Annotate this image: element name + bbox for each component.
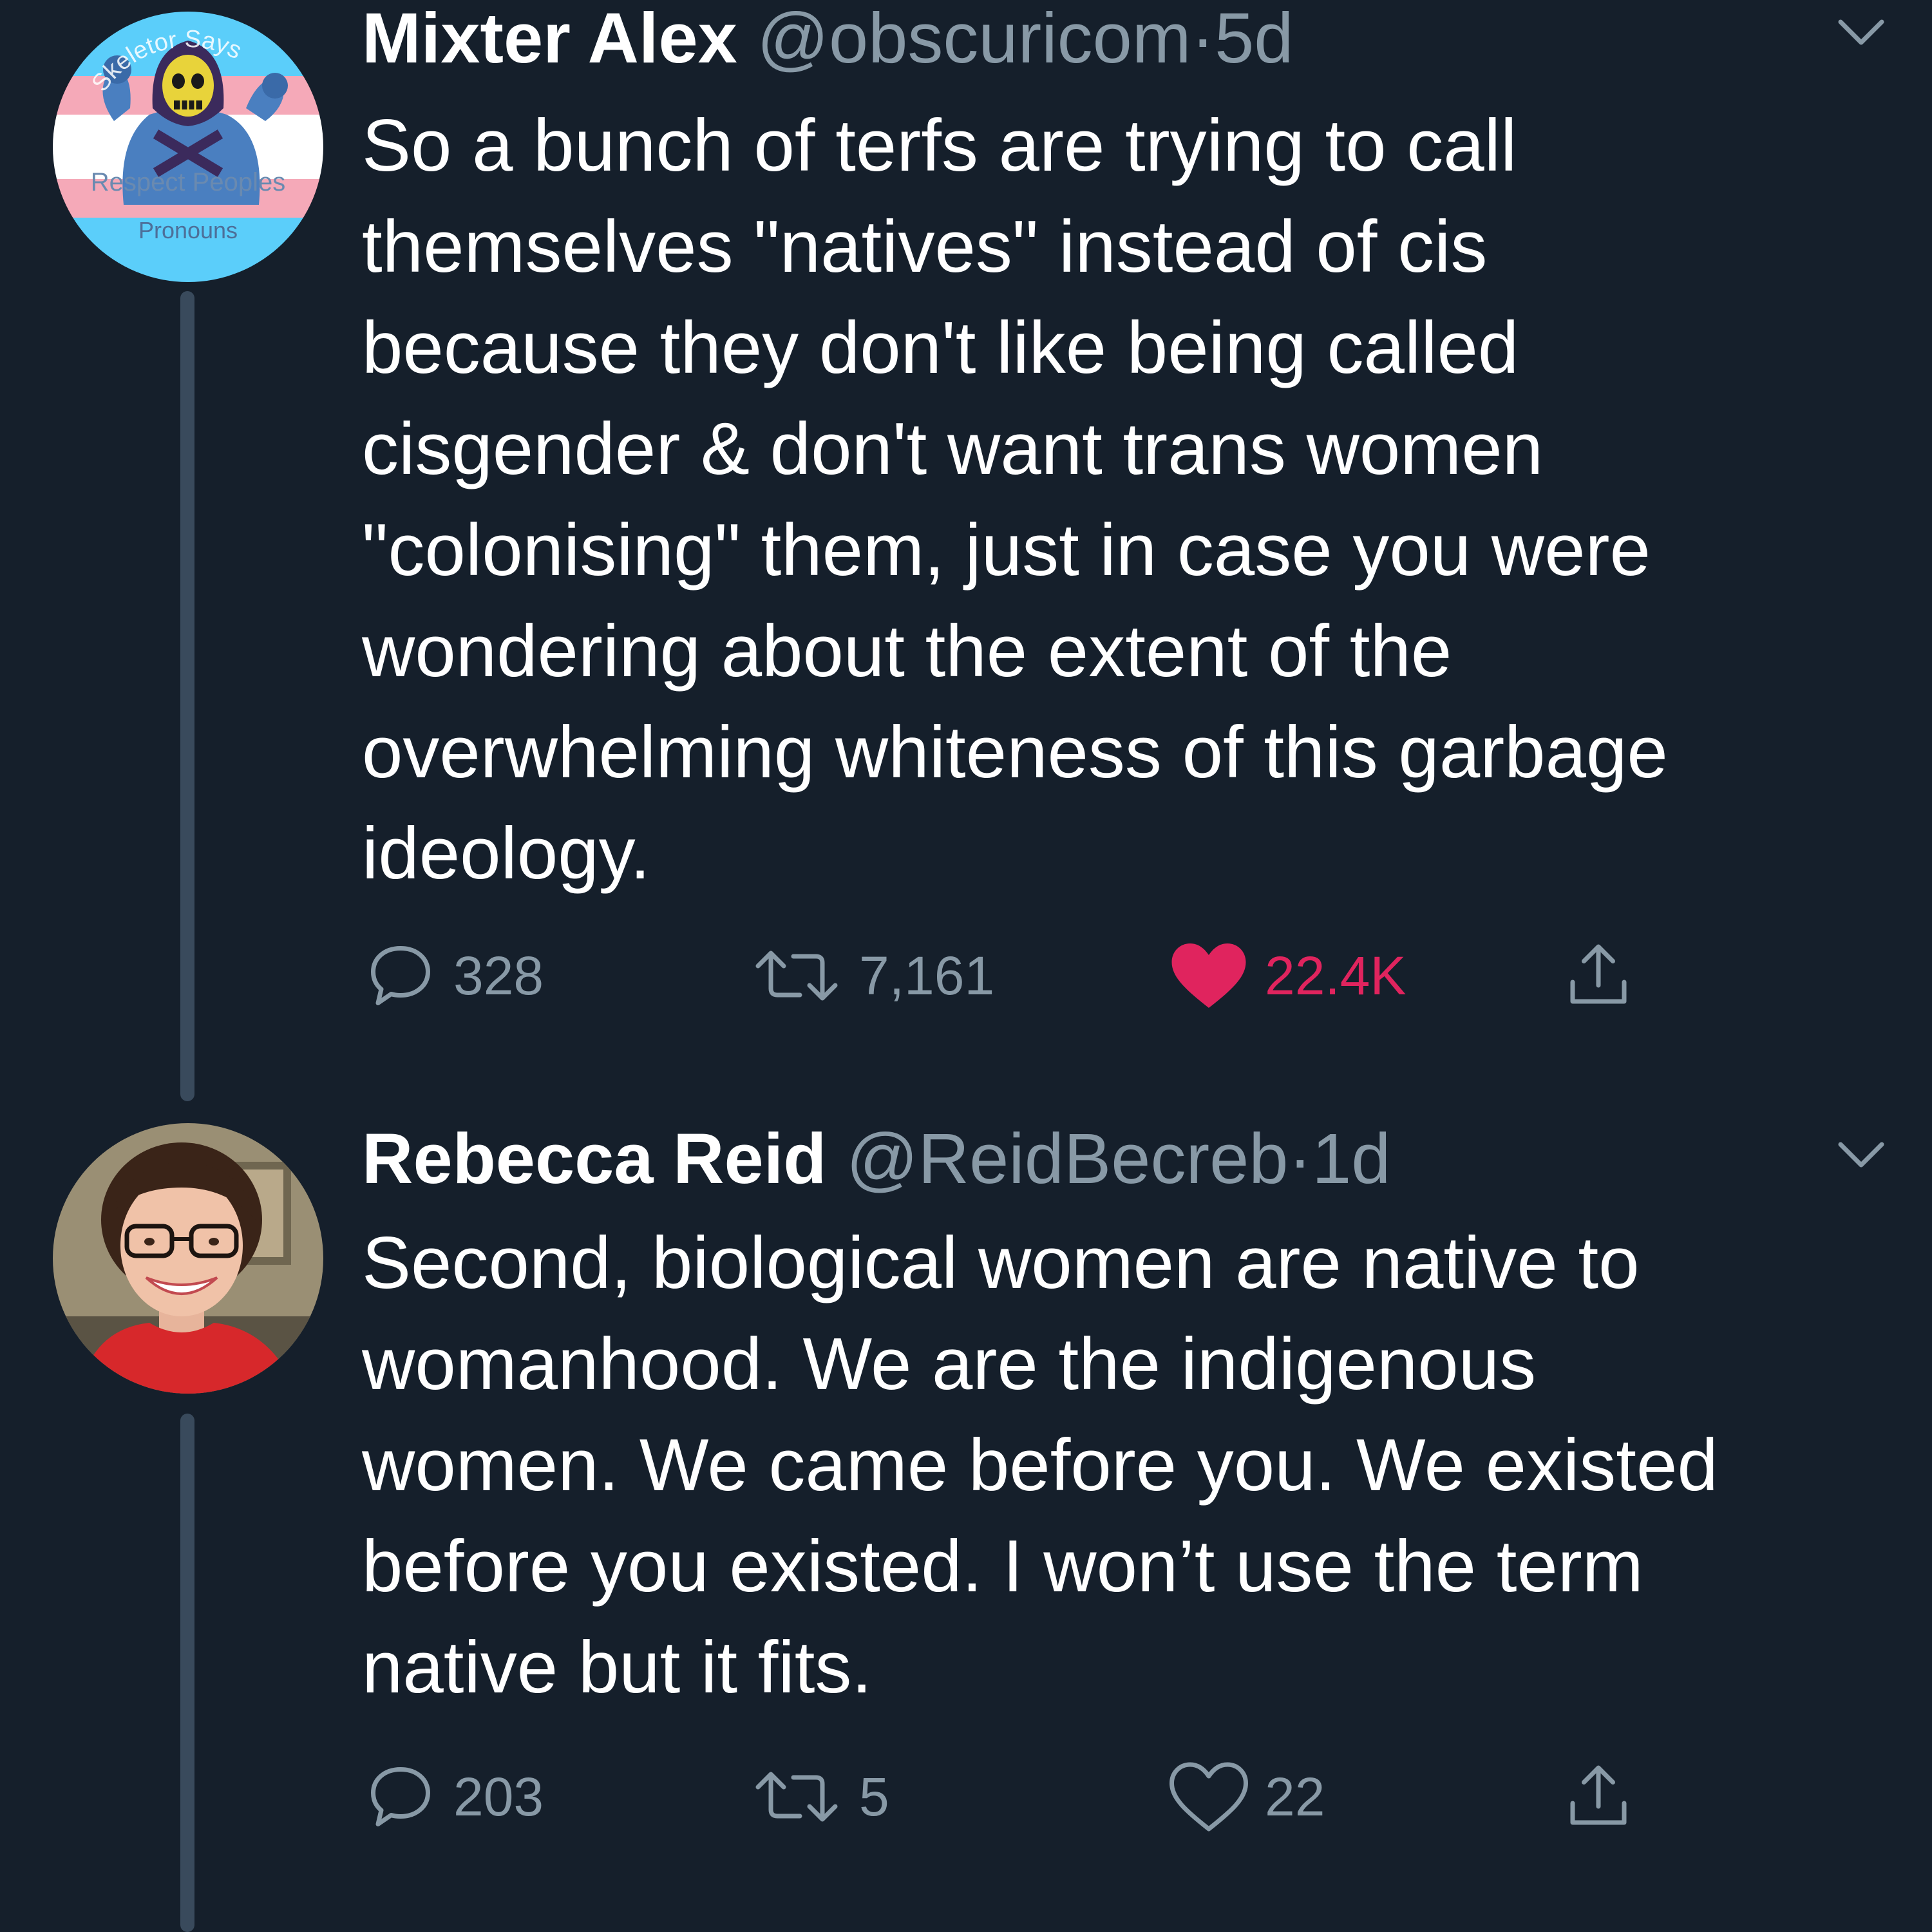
avatar-text-middle: Respect Peoples [91, 168, 285, 196]
like-count: 22.4K [1265, 945, 1406, 1006]
tweet-timestamp[interactable]: 1d [1312, 1119, 1390, 1198]
heart-outline-icon [1170, 1762, 1248, 1832]
like-button[interactable]: 22.4K [1167, 934, 1406, 1018]
reply-count: 328 [453, 945, 544, 1006]
tweet-actions: 203 5 22 [362, 1755, 1714, 1839]
thread-connector-line [180, 291, 194, 1101]
tweet[interactable]: Skeletor Says Respect Peoples Pronouns M… [0, 0, 1932, 1108]
share-button[interactable] [1560, 934, 1637, 1018]
like-button[interactable]: 22 [1167, 1755, 1325, 1839]
tweet-actions: 328 7,161 22.4K [362, 934, 1714, 1018]
thread-connector-line [180, 1414, 194, 1932]
heart-filled-icon [1171, 943, 1246, 1008]
tweet-timestamp[interactable]: 5d [1215, 0, 1293, 78]
share-icon [1570, 1765, 1627, 1825]
reply-icon [371, 1767, 430, 1826]
avatar[interactable] [53, 1123, 323, 1394]
reply-button[interactable]: 328 [362, 934, 544, 1018]
like-count: 22 [1265, 1766, 1325, 1827]
tweet-header: Mixter Alex @obscuricom·5d [362, 0, 1293, 77]
avatar[interactable]: Skeletor Says Respect Peoples Pronouns [53, 12, 323, 282]
author-handle[interactable]: @ReidBecreb [846, 1119, 1288, 1198]
retweet-icon [755, 1772, 838, 1822]
share-icon [1570, 944, 1627, 1004]
retweet-count: 5 [859, 1766, 889, 1827]
retweet-count: 7,161 [859, 945, 995, 1006]
tweet-text: So a bunch of terfs are trying to call t… [362, 105, 1668, 895]
share-button[interactable] [1560, 1755, 1637, 1839]
tweet[interactable]: Rebecca Reid @ReidBecreb·1d Second, biol… [0, 1108, 1932, 1932]
author-handle[interactable]: @obscuricom [757, 0, 1191, 78]
retweet-button[interactable]: 5 [748, 1755, 889, 1839]
tweet-header: Rebecca Reid @ReidBecreb·1d [362, 1121, 1390, 1198]
separator-dot: · [1191, 0, 1215, 78]
reply-icon [371, 946, 430, 1005]
retweet-icon [755, 951, 838, 1001]
author-name[interactable]: Rebecca Reid [362, 1119, 826, 1198]
profile-photo-image [53, 1123, 323, 1394]
avatar-text-bottom: Pronouns [138, 217, 238, 243]
reply-count: 203 [453, 1766, 544, 1827]
tweet-text: Second, biological women are native to w… [362, 1222, 1718, 1709]
separator-dot: · [1288, 1119, 1312, 1198]
skeletor-avatar-image: Skeletor Says Respect Peoples Pronouns [53, 12, 323, 282]
retweet-button[interactable]: 7,161 [748, 934, 994, 1018]
chevron-down-icon[interactable] [1835, 1137, 1887, 1175]
chevron-down-icon[interactable] [1835, 14, 1887, 53]
author-name[interactable]: Mixter Alex [362, 0, 737, 78]
reply-button[interactable]: 203 [362, 1755, 544, 1839]
